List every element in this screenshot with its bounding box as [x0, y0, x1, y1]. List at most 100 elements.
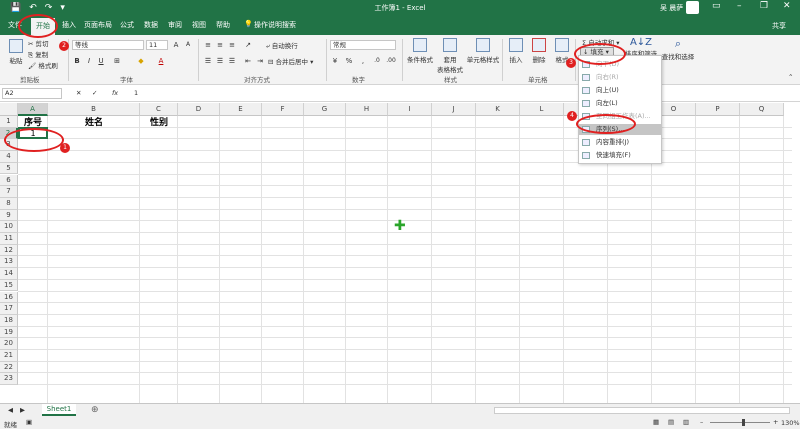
row-header-20[interactable]: 20 — [0, 338, 18, 350]
column-header-k[interactable]: K — [476, 103, 520, 116]
tab-formulas[interactable]: 公式 — [120, 20, 134, 30]
page-break-view-icon[interactable]: ▥ — [683, 418, 689, 426]
worksheet-grid[interactable]: ABCDEFGHIJKLMNOPQ12345678910111213141516… — [0, 103, 792, 403]
column-header-i[interactable]: I — [388, 103, 432, 116]
tab-data[interactable]: 数据 — [144, 20, 158, 30]
merge-center-button[interactable]: ⊟ 合并后居中 ▾ — [268, 56, 313, 66]
normal-view-icon[interactable]: ▦ — [653, 418, 659, 426]
copy-button[interactable]: ⎘ 复制 — [28, 49, 48, 60]
row-header-13[interactable]: 13 — [0, 256, 18, 269]
fill-menu-item[interactable]: 快速填充(F) — [579, 150, 661, 161]
format-painter-button[interactable]: 🖌 格式刷 — [28, 60, 58, 70]
zoom-slider-handle[interactable] — [742, 419, 745, 426]
align-right-icon[interactable]: ☰ — [227, 56, 237, 66]
column-header-g[interactable]: G — [304, 103, 346, 116]
underline-icon[interactable]: U — [96, 56, 106, 66]
align-middle-icon[interactable]: ≡ — [215, 40, 225, 50]
row-header-9[interactable]: 9 — [0, 209, 18, 222]
bold-icon[interactable]: B — [72, 56, 82, 66]
fill-color-icon[interactable]: ◆ — [136, 56, 146, 66]
conditional-formatting-button[interactable]: 条件格式 — [406, 38, 434, 64]
column-header-f[interactable]: F — [262, 103, 304, 116]
cell-c1[interactable]: 性别 — [140, 115, 178, 128]
percent-icon[interactable]: % — [344, 56, 354, 66]
fill-menu-item[interactable]: 向上(U) — [579, 85, 661, 96]
row-header-19[interactable]: 19 — [0, 326, 18, 339]
column-header-j[interactable]: J — [432, 103, 476, 116]
zoom-in-icon[interactable]: + — [773, 418, 778, 426]
row-header-23[interactable]: 23 — [0, 373, 18, 386]
tab-page-layout[interactable]: 页面布局 — [84, 20, 112, 30]
decrease-font-icon[interactable]: A — [183, 40, 193, 50]
borders-icon[interactable]: ⊞ — [112, 56, 122, 66]
column-header-q[interactable]: Q — [740, 103, 784, 116]
row-header-12[interactable]: 12 — [0, 244, 18, 257]
delete-cells-button[interactable]: 删除 — [529, 38, 549, 64]
cell-styles-button[interactable]: 单元格样式 — [466, 38, 500, 64]
row-header-6[interactable]: 6 — [0, 174, 18, 187]
minimize-icon[interactable]: – — [737, 1, 742, 11]
number-format-combo[interactable]: 常规 — [330, 40, 396, 50]
collapse-ribbon-icon[interactable]: ⌃ — [788, 73, 793, 81]
align-center-icon[interactable]: ☰ — [215, 56, 225, 66]
insert-function-icon[interactable]: fx — [112, 89, 118, 97]
decrease-indent-icon[interactable]: ⇤ — [243, 56, 253, 66]
zoom-slider[interactable] — [710, 422, 770, 423]
cell-b1[interactable]: 姓名 — [48, 115, 140, 128]
decrease-decimal-icon[interactable]: .00 — [386, 56, 396, 66]
row-header-21[interactable]: 21 — [0, 350, 18, 362]
row-header-4[interactable]: 4 — [0, 151, 18, 163]
horizontal-scrollbar[interactable] — [494, 407, 790, 414]
macro-record-icon[interactable]: ▣ — [26, 418, 32, 426]
row-header-11[interactable]: 11 — [0, 233, 18, 245]
fill-menu-item[interactable]: 向右(R) — [579, 72, 661, 83]
fill-menu-item[interactable]: 向左(L) — [579, 98, 661, 109]
increase-indent-icon[interactable]: ⇥ — [255, 56, 265, 66]
add-sheet-icon[interactable]: ⊕ — [91, 405, 99, 415]
next-sheet-icon[interactable]: ▶ — [20, 406, 25, 414]
column-header-h[interactable]: H — [346, 103, 388, 116]
select-all-corner[interactable] — [0, 103, 18, 116]
avatar[interactable] — [686, 1, 699, 14]
row-header-17[interactable]: 17 — [0, 303, 18, 315]
tab-insert[interactable]: 插入 — [62, 20, 76, 30]
font-color-icon[interactable]: A — [156, 56, 166, 66]
row-header-15[interactable]: 15 — [0, 279, 18, 292]
row-header-18[interactable]: 18 — [0, 314, 18, 327]
wrap-text-button[interactable]: ⤶ 自动换行 — [266, 40, 298, 51]
column-header-p[interactable]: P — [696, 103, 740, 116]
zoom-level[interactable]: 130% — [781, 419, 800, 427]
font-size-combo[interactable]: 11 — [146, 40, 168, 50]
font-name-combo[interactable]: 等线 — [72, 40, 144, 50]
find-select-button[interactable]: ⌕ 查找和选择 — [660, 37, 696, 61]
row-header-14[interactable]: 14 — [0, 268, 18, 280]
insert-cells-button[interactable]: 插入 — [506, 38, 526, 64]
column-header-e[interactable]: E — [220, 103, 262, 116]
cancel-entry-icon[interactable]: ✕ — [76, 89, 81, 97]
row-header-22[interactable]: 22 — [0, 361, 18, 374]
cell-a1[interactable]: 序号 — [18, 115, 48, 128]
row-header-5[interactable]: 5 — [0, 162, 18, 175]
increase-font-icon[interactable]: A — [171, 40, 181, 50]
tab-help[interactable]: 帮助 — [216, 20, 230, 30]
tell-me-search[interactable]: 操作说明搜索 — [254, 20, 296, 30]
orientation-icon[interactable]: ↗ — [243, 40, 253, 50]
row-header-8[interactable]: 8 — [0, 197, 18, 210]
sheet-tab[interactable]: Sheet1 — [42, 404, 76, 416]
share-button[interactable]: 共享 — [772, 21, 786, 31]
comma-icon[interactable]: , — [358, 56, 368, 66]
align-left-icon[interactable]: ☰ — [203, 56, 213, 66]
cut-button[interactable]: ✂ 剪切 — [28, 38, 49, 48]
row-header-16[interactable]: 16 — [0, 291, 18, 304]
name-box[interactable]: A2 — [2, 88, 62, 99]
close-icon[interactable]: ✕ — [783, 1, 791, 11]
align-top-icon[interactable]: ≡ — [203, 40, 213, 50]
maximize-icon[interactable]: ❐ — [760, 1, 768, 11]
row-header-10[interactable]: 10 — [0, 221, 18, 233]
formula-input[interactable]: 1 — [134, 89, 138, 97]
italic-icon[interactable]: I — [84, 56, 94, 66]
tab-review[interactable]: 审阅 — [168, 20, 182, 30]
row-header-1[interactable]: 1 — [0, 116, 18, 128]
confirm-entry-icon[interactable]: ✓ — [92, 89, 97, 97]
fill-menu-item[interactable]: 内容重排(J) — [579, 137, 661, 148]
